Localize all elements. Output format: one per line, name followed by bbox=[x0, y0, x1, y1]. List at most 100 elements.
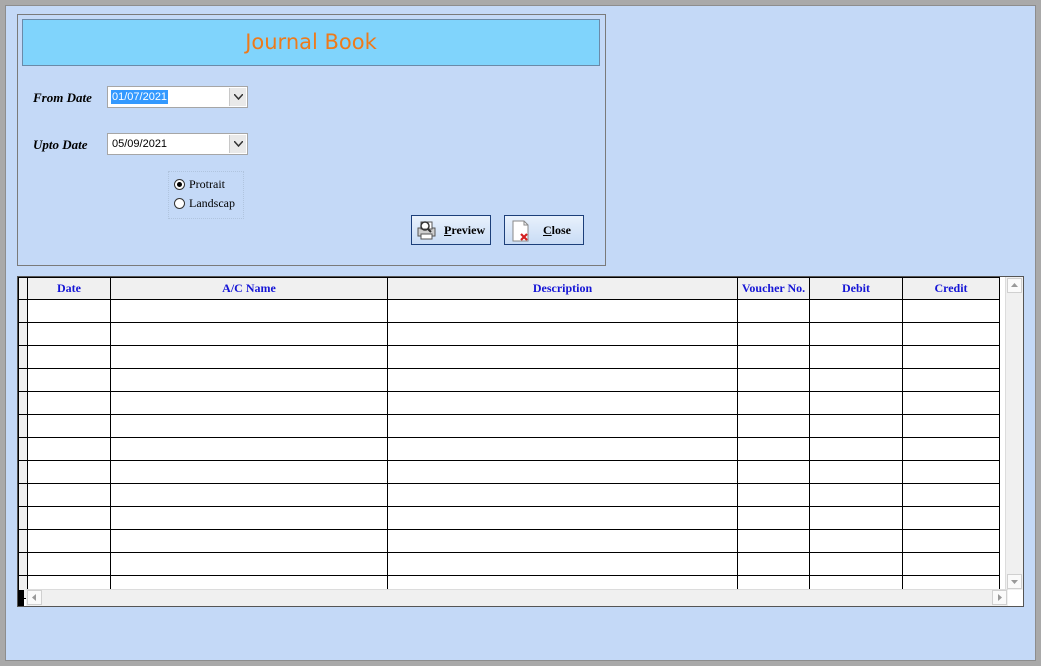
table-cell[interactable] bbox=[387, 552, 738, 576]
row-selector[interactable] bbox=[18, 345, 28, 369]
table-row[interactable] bbox=[18, 345, 1000, 369]
table-cell[interactable] bbox=[902, 368, 1000, 392]
from-date-combo[interactable]: 01/07/2021 bbox=[107, 86, 248, 108]
table-cell[interactable] bbox=[809, 345, 903, 369]
vertical-scrollbar[interactable] bbox=[1005, 277, 1023, 590]
col-credit[interactable]: Credit bbox=[902, 277, 1000, 300]
table-cell[interactable] bbox=[809, 506, 903, 530]
table-cell[interactable] bbox=[110, 552, 388, 576]
col-date[interactable]: Date bbox=[27, 277, 111, 300]
table-cell[interactable] bbox=[737, 299, 810, 323]
dropdown-arrow-icon[interactable] bbox=[229, 88, 246, 106]
table-cell[interactable] bbox=[110, 345, 388, 369]
col-debit[interactable]: Debit bbox=[809, 277, 903, 300]
table-cell[interactable] bbox=[110, 460, 388, 484]
row-selector[interactable] bbox=[18, 391, 28, 415]
scroll-left-arrow-icon[interactable] bbox=[27, 590, 42, 605]
table-cell[interactable] bbox=[809, 391, 903, 415]
table-cell[interactable] bbox=[387, 460, 738, 484]
table-cell[interactable] bbox=[809, 483, 903, 507]
horizontal-scrollbar[interactable] bbox=[26, 589, 1008, 606]
table-cell[interactable] bbox=[809, 529, 903, 553]
table-cell[interactable] bbox=[27, 529, 111, 553]
table-cell[interactable] bbox=[902, 345, 1000, 369]
table-cell[interactable] bbox=[809, 368, 903, 392]
table-cell[interactable] bbox=[110, 391, 388, 415]
scroll-down-arrow-icon[interactable] bbox=[1007, 574, 1022, 589]
table-cell[interactable] bbox=[737, 437, 810, 461]
table-cell[interactable] bbox=[387, 483, 738, 507]
col-voucher-no[interactable]: Voucher No. bbox=[737, 277, 810, 300]
table-cell[interactable] bbox=[387, 322, 738, 346]
table-row[interactable] bbox=[18, 529, 1000, 553]
table-cell[interactable] bbox=[902, 483, 1000, 507]
scroll-up-arrow-icon[interactable] bbox=[1007, 278, 1022, 293]
radio-landscape[interactable]: Landscap bbox=[174, 194, 235, 212]
table-cell[interactable] bbox=[27, 506, 111, 530]
row-selector[interactable] bbox=[18, 437, 28, 461]
table-cell[interactable] bbox=[110, 529, 388, 553]
table-cell[interactable] bbox=[387, 506, 738, 530]
row-selector[interactable] bbox=[18, 460, 28, 484]
table-cell[interactable] bbox=[902, 414, 1000, 438]
table-cell[interactable] bbox=[110, 322, 388, 346]
journal-grid[interactable]: Date A/C Name Description Voucher No. De… bbox=[17, 276, 1024, 607]
table-cell[interactable] bbox=[27, 460, 111, 484]
table-cell[interactable] bbox=[27, 414, 111, 438]
table-row[interactable] bbox=[18, 437, 1000, 461]
table-cell[interactable] bbox=[902, 391, 1000, 415]
table-cell[interactable] bbox=[27, 299, 111, 323]
table-cell[interactable] bbox=[27, 345, 111, 369]
table-row[interactable] bbox=[18, 368, 1000, 392]
table-cell[interactable] bbox=[387, 437, 738, 461]
row-selector[interactable] bbox=[18, 414, 28, 438]
preview-button[interactable]: Preview bbox=[411, 215, 491, 245]
table-cell[interactable] bbox=[387, 345, 738, 369]
table-row[interactable] bbox=[18, 552, 1000, 576]
table-row[interactable] bbox=[18, 322, 1000, 346]
table-cell[interactable] bbox=[902, 506, 1000, 530]
table-cell[interactable] bbox=[110, 414, 388, 438]
table-row[interactable] bbox=[18, 414, 1000, 438]
close-button[interactable]: Close bbox=[504, 215, 584, 245]
table-cell[interactable] bbox=[737, 368, 810, 392]
table-row[interactable] bbox=[18, 391, 1000, 415]
table-cell[interactable] bbox=[809, 552, 903, 576]
table-cell[interactable] bbox=[809, 437, 903, 461]
scroll-right-arrow-icon[interactable] bbox=[992, 590, 1007, 605]
row-selector[interactable] bbox=[18, 552, 28, 576]
table-cell[interactable] bbox=[737, 460, 810, 484]
table-cell[interactable] bbox=[110, 483, 388, 507]
row-selector[interactable] bbox=[18, 322, 28, 346]
table-row[interactable] bbox=[18, 299, 1000, 323]
table-cell[interactable] bbox=[902, 322, 1000, 346]
col-ac-name[interactable]: A/C Name bbox=[110, 277, 388, 300]
table-row[interactable] bbox=[18, 506, 1000, 530]
table-cell[interactable] bbox=[737, 483, 810, 507]
radio-portrait-circle[interactable] bbox=[174, 178, 185, 190]
table-cell[interactable] bbox=[387, 368, 738, 392]
table-cell[interactable] bbox=[902, 460, 1000, 484]
table-cell[interactable] bbox=[387, 299, 738, 323]
upto-date-combo[interactable]: 05/09/2021 bbox=[107, 133, 248, 155]
table-cell[interactable] bbox=[902, 529, 1000, 553]
table-cell[interactable] bbox=[737, 391, 810, 415]
table-cell[interactable] bbox=[737, 414, 810, 438]
table-cell[interactable] bbox=[737, 506, 810, 530]
table-cell[interactable] bbox=[737, 552, 810, 576]
table-cell[interactable] bbox=[110, 506, 388, 530]
table-cell[interactable] bbox=[27, 368, 111, 392]
table-cell[interactable] bbox=[387, 414, 738, 438]
from-date-value[interactable]: 01/07/2021 bbox=[111, 90, 169, 104]
table-cell[interactable] bbox=[737, 345, 810, 369]
row-selector[interactable] bbox=[18, 299, 28, 323]
table-row[interactable] bbox=[18, 483, 1000, 507]
col-description[interactable]: Description bbox=[387, 277, 738, 300]
table-cell[interactable] bbox=[110, 299, 388, 323]
row-selector[interactable] bbox=[18, 483, 28, 507]
table-cell[interactable] bbox=[737, 529, 810, 553]
table-cell[interactable] bbox=[809, 322, 903, 346]
table-cell[interactable] bbox=[110, 368, 388, 392]
table-cell[interactable] bbox=[737, 322, 810, 346]
upto-date-value[interactable]: 05/09/2021 bbox=[111, 137, 168, 151]
